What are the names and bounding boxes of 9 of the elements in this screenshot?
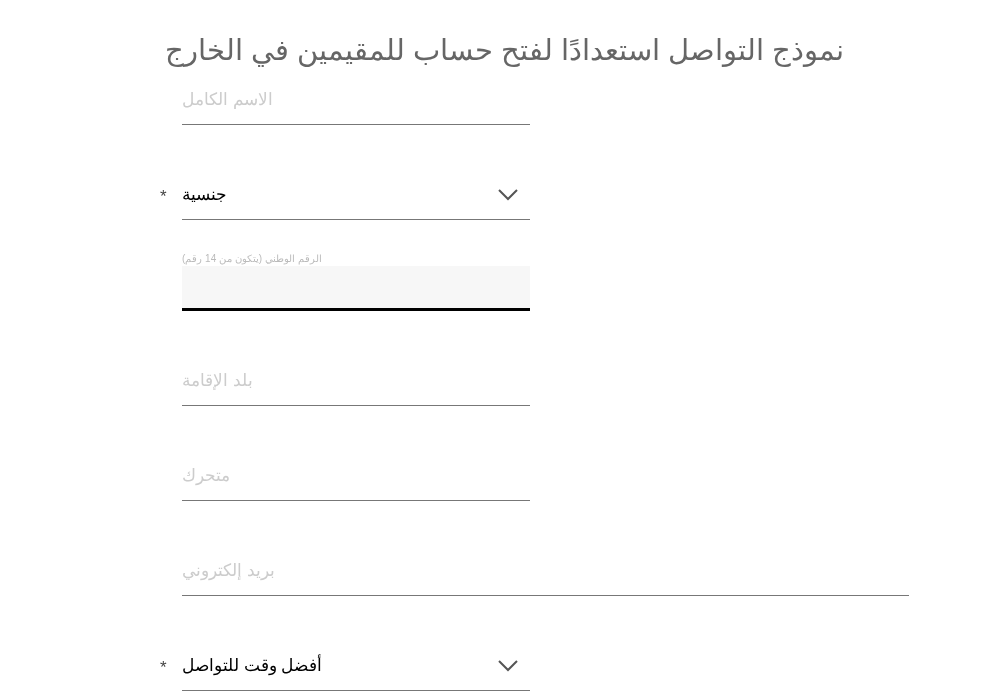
chevron-down-icon: [498, 659, 518, 672]
dropdown-field[interactable]: أفضل وقت للتواصل: [182, 641, 530, 691]
chevron-down-icon: [498, 188, 518, 201]
form-title: نموذج التواصل استعدادًا لفتح حساب للمقيمين في الخارج: [165, 33, 845, 69]
field-label: الرقم الوطني (يتكون من 14 رقم): [182, 253, 323, 266]
required-mark: *: [160, 186, 167, 208]
dropdown-field[interactable]: جنسية: [182, 170, 530, 220]
required-mark: *: [160, 657, 167, 679]
input-field[interactable]: [182, 266, 530, 311]
